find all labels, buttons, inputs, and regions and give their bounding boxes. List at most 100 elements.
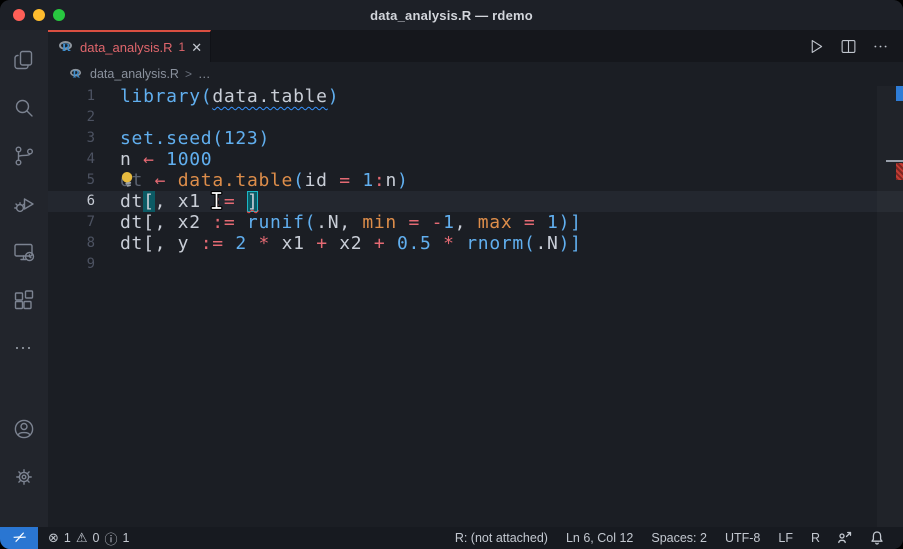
code-text: dt[, y := 2 * x1 + x2 + 0.5 * rnorm(.N)] (120, 233, 582, 254)
token: 0.5 (397, 233, 432, 254)
token: n (385, 170, 397, 191)
tab-close-button[interactable]: ✕ (191, 41, 202, 54)
line-number[interactable]: 7 (48, 212, 120, 233)
token: )] (559, 233, 582, 254)
code-line-8[interactable]: 8dt[, y := 2 * x1 + x2 + 0.5 * rnorm(.N)… (48, 233, 903, 254)
cursor-position-status[interactable]: Ln 6, Col 12 (566, 531, 633, 545)
info-count: 1 (122, 531, 129, 545)
line-number[interactable]: 6 (48, 191, 120, 212)
remote-explorer-icon[interactable] (0, 228, 48, 276)
overview-info-marker (896, 86, 903, 101)
titlebar[interactable]: data_analysis.R — rdemo (0, 0, 903, 30)
indentation-status[interactable]: Spaces: 2 (651, 531, 707, 545)
code-line-4[interactable]: 4n ← 1000 (48, 149, 903, 170)
token: * (443, 233, 455, 254)
code-line-3[interactable]: 3set.seed(123) (48, 128, 903, 149)
code-editor[interactable]: 1library(data.table)23set.seed(123)4n ← … (48, 86, 903, 527)
token: min (362, 212, 397, 233)
status-bar: >< ⊗ 1 ⚠ 0 ⓘ 1 R: (not attached) Ln 6, C… (0, 527, 903, 549)
problems-status[interactable]: ⊗ 1 ⚠ 0 ⓘ 1 (48, 529, 129, 548)
line-number[interactable]: 3 (48, 128, 120, 149)
window-title: data_analysis.R — rdemo (0, 8, 903, 23)
code-line-9[interactable]: 9 (48, 254, 903, 275)
more-views-icon[interactable]: ⋯ (0, 324, 48, 372)
code-text: dt[, x2 := runif(.N, min = -1, max = 1)] (120, 212, 582, 233)
overview-ruler[interactable] (877, 86, 903, 527)
breadcrumb-file[interactable]: data_analysis.R (90, 67, 179, 81)
settings-gear-icon[interactable] (0, 453, 48, 501)
token: = (524, 212, 536, 233)
token (397, 212, 409, 233)
token: 123 (224, 128, 259, 149)
token: ← (155, 170, 167, 191)
token (385, 233, 397, 254)
token: 2 (235, 233, 247, 254)
token (224, 233, 236, 254)
code-line-7[interactable]: 7dt[, x2 := runif(.N, min = -1, max = 1)… (48, 212, 903, 233)
code-line-5[interactable]: 5dt ← data.table(id = 1:n) (48, 170, 903, 191)
line-number[interactable]: 9 (48, 254, 120, 275)
code-line-2[interactable]: 2 (48, 107, 903, 128)
encoding-status[interactable]: UTF-8 (725, 531, 760, 545)
token (512, 212, 524, 233)
token: 1000 (166, 149, 212, 170)
token: dt (120, 191, 143, 212)
warning-icon: ⚠ (76, 531, 88, 546)
notifications-bell-icon[interactable] (869, 530, 885, 546)
r-session-status[interactable]: R: (not attached) (455, 531, 548, 545)
language-mode-status[interactable]: R (811, 531, 820, 545)
token: , (455, 212, 478, 233)
token (535, 212, 547, 233)
code-line-6[interactable]: 6dt[, x1 := ] (48, 191, 903, 212)
breadcrumb-symbol[interactable]: … (198, 67, 211, 81)
explorer-icon[interactable] (0, 36, 48, 84)
token: ( (305, 212, 317, 233)
chevron-right-icon: > (185, 67, 192, 81)
line-number[interactable]: 8 (48, 233, 120, 254)
breadcrumb[interactable]: R data_analysis.R > … (48, 62, 903, 86)
token: n (120, 149, 143, 170)
code-text: n ← 1000 (120, 149, 212, 170)
token: library (120, 86, 201, 107)
line-number[interactable]: 4 (48, 149, 120, 170)
run-and-debug-icon[interactable] (0, 180, 48, 228)
code-line-1[interactable]: 1library(data.table) (48, 86, 903, 107)
close-window-button[interactable] (13, 9, 25, 21)
maximize-window-button[interactable] (53, 9, 65, 21)
token: [ (143, 191, 155, 212)
lightbulb-code-action-icon[interactable] (117, 169, 137, 189)
token (432, 233, 444, 254)
token (420, 212, 432, 233)
eol-status[interactable]: LF (778, 531, 793, 545)
overview-error-marker (896, 163, 903, 180)
split-editor-icon[interactable] (837, 35, 859, 57)
accounts-icon[interactable] (0, 405, 48, 453)
tab-data-analysis[interactable]: R data_analysis.R 1 ✕ (48, 30, 211, 62)
source-control-icon[interactable] (0, 132, 48, 180)
token (143, 170, 155, 191)
vscode-window: data_analysis.R — rdemo ⋯ (0, 0, 903, 549)
text-ibeam-mouse-cursor (208, 191, 225, 210)
feedback-icon[interactable] (837, 530, 853, 546)
r-language-icon: R (58, 39, 74, 55)
error-count: 1 (64, 531, 71, 545)
more-actions-icon[interactable] (869, 35, 891, 57)
code-text: dt[, x1 := ] (120, 191, 258, 212)
line-number[interactable]: 2 (48, 107, 120, 128)
token: ( (201, 86, 213, 107)
token: + (316, 233, 328, 254)
token: := (212, 212, 235, 233)
minimize-window-button[interactable] (33, 9, 45, 21)
token: max (478, 212, 513, 233)
token (235, 191, 247, 212)
line-number[interactable]: 1 (48, 86, 120, 107)
code-text: dt ← data.table(id = 1:n) (120, 170, 409, 191)
run-file-icon[interactable] (805, 35, 827, 57)
line-number[interactable]: 5 (48, 170, 120, 191)
remote-indicator[interactable]: >< (0, 527, 38, 549)
token (351, 170, 363, 191)
r-language-icon: R (69, 67, 83, 81)
search-icon[interactable] (0, 84, 48, 132)
extensions-icon[interactable] (0, 276, 48, 324)
tab-label: data_analysis.R (80, 40, 173, 55)
